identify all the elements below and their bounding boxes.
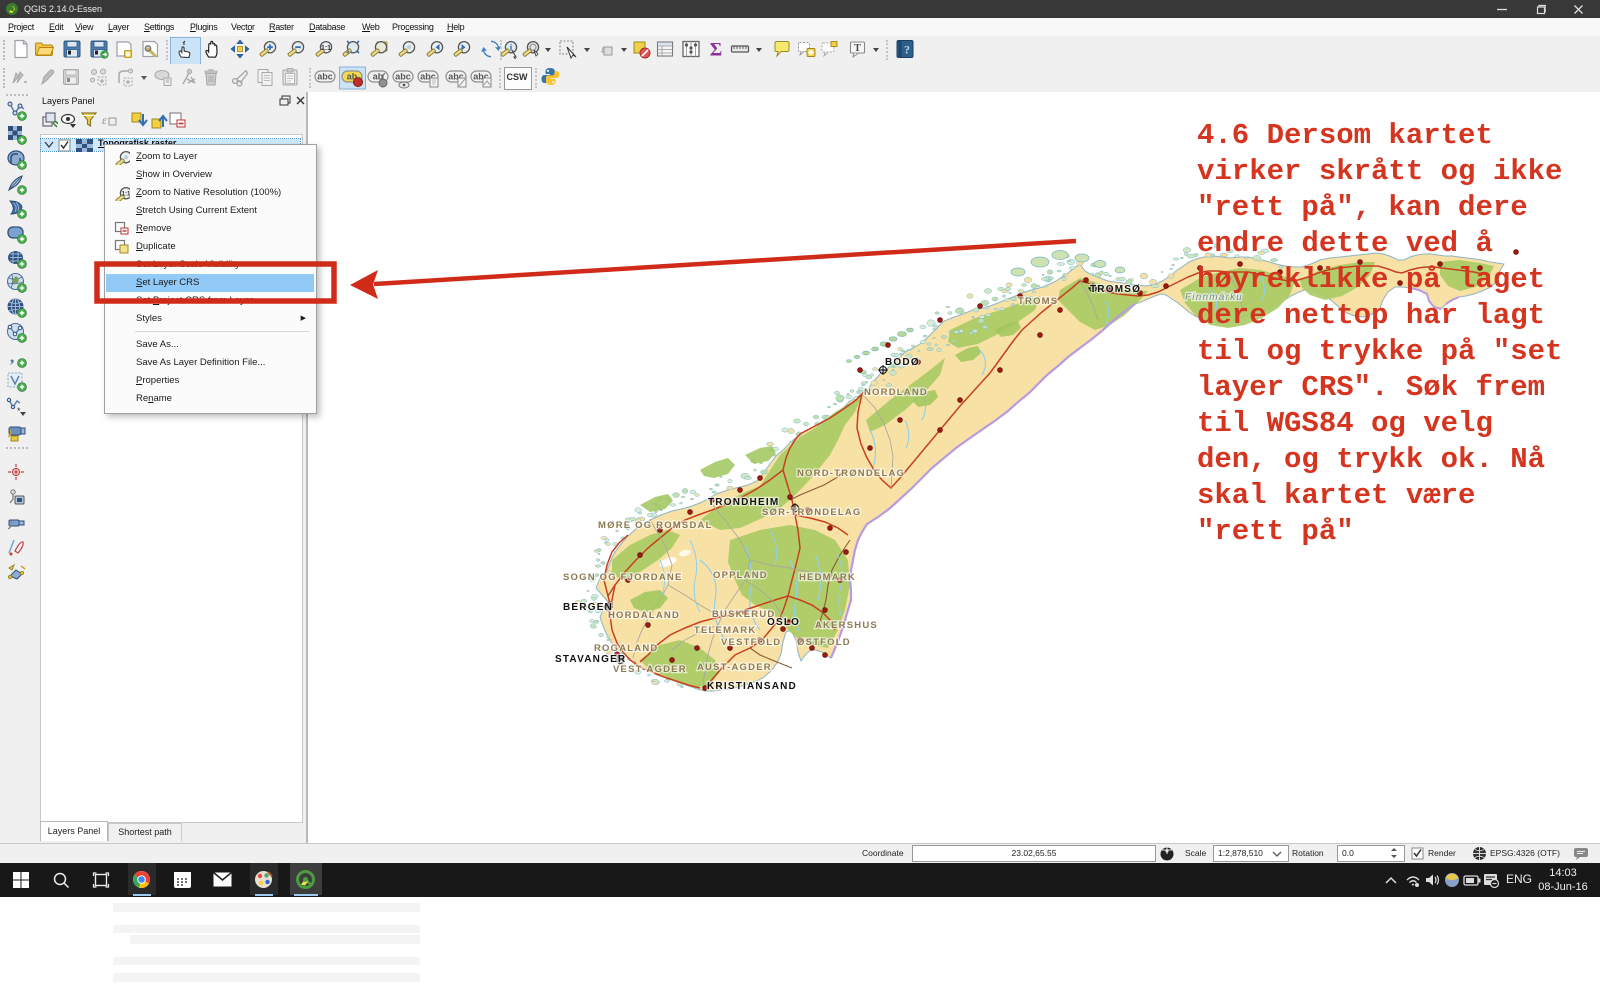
svg-text:?: ? — [904, 43, 910, 57]
svg-text:*: * — [17, 406, 21, 416]
svg-text:OPPLAND: OPPLAND — [713, 570, 768, 581]
svg-text:ROGALAND: ROGALAND — [594, 643, 659, 654]
svg-text:TROMS: TROMS — [1018, 296, 1058, 307]
svg-text:TROMSØ: TROMSØ — [1090, 284, 1141, 295]
svg-text:BERGEN: BERGEN — [563, 602, 613, 613]
svg-text:TELEMARK: TELEMARK — [694, 625, 756, 636]
svg-text:Σ: Σ — [710, 40, 722, 60]
svg-text:VEST-AGDER: VEST-AGDER — [613, 664, 687, 675]
svg-text:AKERSHUS: AKERSHUS — [815, 620, 878, 631]
svg-text:T: T — [854, 43, 861, 54]
svg-text:1:1: 1:1 — [122, 192, 130, 198]
svg-text:AUST-AGDER: AUST-AGDER — [697, 662, 772, 673]
svg-text:ØSTFOLD: ØSTFOLD — [797, 637, 851, 648]
svg-text:NORD-TRØNDELAG: NORD-TRØNDELAG — [797, 468, 905, 479]
svg-text:SOGN OG FJORDANE: SOGN OG FJORDANE — [563, 572, 683, 583]
svg-text:MØRE OG ROMSDAL: MØRE OG ROMSDAL — [598, 520, 713, 531]
svg-text:,: , — [10, 347, 14, 366]
svg-text:BUSKERUD: BUSKERUD — [712, 609, 775, 620]
svg-text:STAVANGER: STAVANGER — [555, 654, 626, 665]
svg-text:NORDLAND: NORDLAND — [864, 387, 928, 398]
svg-text:TRONDHEIM: TRONDHEIM — [708, 497, 779, 508]
svg-text:HORDALAND: HORDALAND — [608, 610, 680, 621]
svg-text:1:1: 1:1 — [321, 45, 331, 52]
svg-text:ε: ε — [102, 113, 107, 127]
svg-text:abc: abc — [395, 72, 411, 82]
svg-text:abc: abc — [317, 72, 333, 82]
svg-text:BODØ: BODØ — [885, 357, 920, 368]
svg-text:VESTFOLD: VESTFOLD — [721, 637, 781, 648]
svg-text:SØR-TRØNDELAG: SØR-TRØNDELAG — [762, 507, 862, 518]
svg-text:KRISTIANSAND: KRISTIANSAND — [707, 681, 797, 692]
svg-text:HEDMARK: HEDMARK — [799, 572, 856, 583]
svg-text:OSLO: OSLO — [767, 617, 800, 628]
